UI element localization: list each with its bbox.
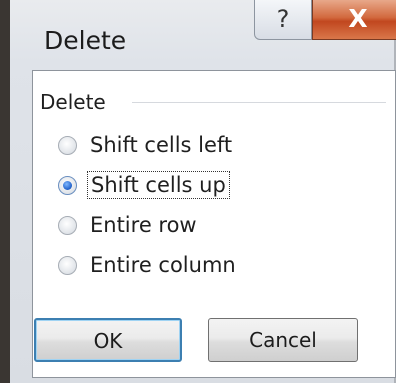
delete-dialog: Delete ? X Delete Shift cells left Shift… <box>0 0 396 383</box>
option-label: Entire row <box>90 213 197 237</box>
close-button[interactable]: X <box>312 0 396 40</box>
option-label: Shift cells left <box>90 133 233 157</box>
option-shift-cells-up[interactable]: Shift cells up <box>58 168 230 202</box>
radio-entire-row[interactable] <box>58 215 77 235</box>
question-mark-icon: ? <box>276 5 290 33</box>
help-button[interactable]: ? <box>254 0 312 40</box>
ok-button[interactable]: OK <box>34 318 182 362</box>
cancel-button[interactable]: Cancel <box>208 318 358 362</box>
option-entire-row[interactable]: Entire row <box>58 208 200 242</box>
option-entire-column[interactable]: Entire column <box>58 248 239 282</box>
option-shift-cells-left[interactable]: Shift cells left <box>58 128 235 162</box>
radio-shift-cells-up[interactable] <box>58 175 77 195</box>
radio-shift-cells-left[interactable] <box>58 135 77 155</box>
group-label: Delete <box>40 90 106 114</box>
close-icon: X <box>348 4 368 33</box>
group-divider <box>132 102 386 103</box>
dialog-title: Delete <box>44 26 127 55</box>
title-bar: Delete ? X <box>20 0 396 80</box>
radio-entire-column[interactable] <box>58 255 77 275</box>
option-label: Shift cells up <box>87 171 230 199</box>
option-label: Entire column <box>90 253 236 277</box>
